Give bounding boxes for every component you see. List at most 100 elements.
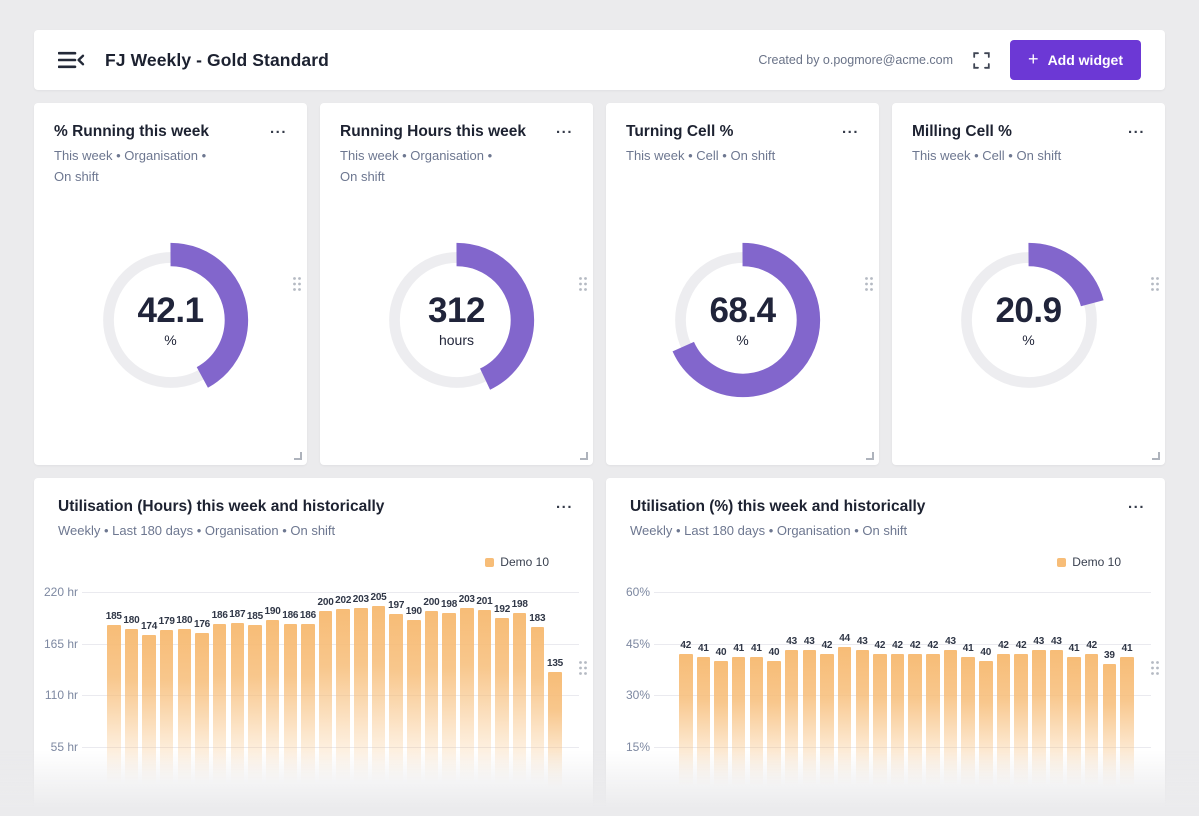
bar[interactable] [442,613,456,798]
bar[interactable] [548,672,562,798]
bar[interactable] [425,611,439,798]
bar[interactable] [495,618,509,798]
bar[interactable] [1014,654,1028,798]
bar[interactable] [389,614,403,798]
card-menu-icon[interactable]: ... [842,121,859,136]
bar[interactable] [248,625,262,798]
legend-swatch [485,558,494,567]
card-menu-icon[interactable]: ... [1128,496,1145,511]
header-bar: FJ Weekly - Gold Standard Created by o.p… [34,30,1165,90]
bar[interactable] [478,610,492,798]
bar[interactable] [1085,654,1099,798]
gauge-value: 312 [428,293,485,328]
bar[interactable] [785,650,799,798]
card-title: Running Hours this week [340,123,573,141]
gauge-card-running-pct: % Running this week This week • Organisa… [34,103,307,465]
card-menu-icon[interactable]: ... [556,121,573,136]
bar[interactable] [1067,657,1081,798]
bar[interactable] [336,609,350,798]
bar[interactable] [531,627,545,798]
card-title: Milling Cell % [912,123,1145,141]
bar[interactable] [213,624,227,798]
drag-handle-icon[interactable] [292,276,302,292]
donut-gauge: 68.4 % [660,237,826,403]
card-title: % Running this week [54,123,287,141]
legend-swatch [1057,558,1066,567]
bar-chart-plot: 220 hr165 hr110 hr55 hr18518017417918017… [92,592,579,816]
drag-handle-icon[interactable] [1150,276,1160,292]
bar[interactable] [908,654,922,798]
resize-corner-handle[interactable] [866,452,874,460]
gauge-row: % Running this week This week • Organisa… [34,103,1165,465]
bar[interactable] [961,657,975,798]
fullscreen-icon[interactable] [973,52,990,69]
bar[interactable] [856,650,870,798]
card-menu-icon[interactable]: ... [556,496,573,511]
bar-value-label: 41 [1114,643,1140,654]
bar[interactable] [107,625,121,798]
gauge-card-turning-cell: Turning Cell % This week • Cell • On shi… [606,103,879,465]
legend-label: Demo 10 [500,555,549,569]
bar[interactable] [125,629,139,798]
drag-handle-icon[interactable] [1150,660,1160,676]
drag-handle-icon[interactable] [578,660,588,676]
bar[interactable] [679,654,693,798]
bar[interactable] [697,657,711,798]
bar[interactable] [803,650,817,798]
gauge-unit: % [1022,332,1034,348]
bar[interactable] [891,654,905,798]
bar[interactable] [767,661,781,798]
resize-corner-handle[interactable] [1152,452,1160,460]
bar[interactable] [997,654,1011,798]
bar[interactable] [1032,650,1046,798]
add-widget-button[interactable]: + Add widget [1010,40,1141,80]
dashboard: FJ Weekly - Gold Standard Created by o.p… [0,0,1199,816]
legend-item[interactable]: Demo 10 [1057,555,1121,569]
created-by-text: Created by o.pogmore@acme.com [758,53,953,67]
bar[interactable] [231,623,245,798]
bar[interactable] [1050,650,1064,798]
bar[interactable] [1103,664,1117,798]
bar[interactable] [195,633,209,798]
bar[interactable] [838,647,852,798]
collapse-menu-icon[interactable] [58,50,85,70]
card-subtitle: Weekly • Last 180 days • Organisation • … [630,521,1141,542]
gauge-value: 68.4 [709,293,775,328]
card-subtitle: This week • Organisation • On shift [340,146,573,188]
drag-handle-icon[interactable] [578,276,588,292]
bar[interactable] [714,661,728,798]
bar[interactable] [460,608,474,798]
bar[interactable] [372,606,386,798]
bar[interactable] [178,629,192,798]
bar[interactable] [1120,657,1134,798]
bar[interactable] [979,661,993,798]
bar[interactable] [407,620,421,798]
bar[interactable] [926,654,940,798]
legend-item[interactable]: Demo 10 [485,555,549,569]
drag-handle-icon[interactable] [864,276,874,292]
card-subtitle: This week • Organisation • On shift [54,146,287,188]
resize-corner-handle[interactable] [580,452,588,460]
card-subtitle: Weekly • Last 180 days • Organisation • … [58,521,569,542]
bar[interactable] [301,624,315,798]
card-menu-icon[interactable]: ... [270,121,287,136]
bar[interactable] [944,650,958,798]
y-axis-tick-label: 220 hr [34,585,78,599]
bar[interactable] [732,657,746,798]
bar[interactable] [319,611,333,798]
resize-corner-handle[interactable] [294,452,302,460]
bar-value-label: 135 [542,658,568,669]
bar[interactable] [284,624,298,798]
gauge-unit: % [736,332,748,348]
chart-card-utilisation-percent: Utilisation (%) this week and historical… [606,478,1165,816]
bar[interactable] [513,613,527,798]
card-menu-icon[interactable]: ... [1128,121,1145,136]
bar[interactable] [354,608,368,798]
bar[interactable] [160,630,174,798]
bar[interactable] [266,620,280,798]
bar[interactable] [873,654,887,798]
bar[interactable] [820,654,834,798]
bar[interactable] [142,635,156,798]
bar[interactable] [750,657,764,798]
donut-gauge: 312 hours [374,237,540,403]
